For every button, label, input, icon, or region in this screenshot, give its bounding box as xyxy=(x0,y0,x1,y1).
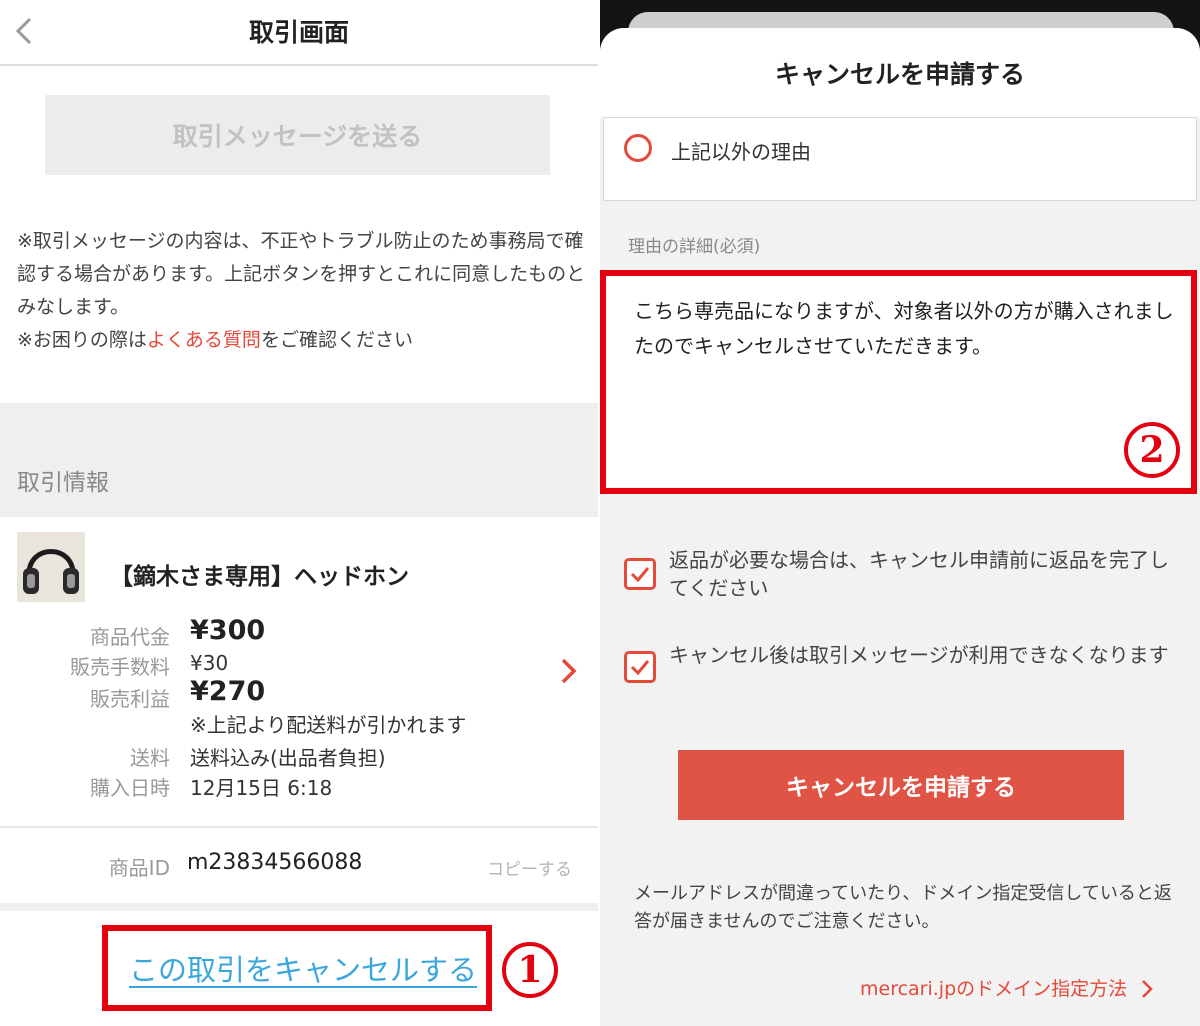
item-id-value: m23834566088 xyxy=(187,850,363,875)
domain-settings-link[interactable]: mercari.jpのドメイン指定方法 xyxy=(860,974,1127,1001)
checkmark-icon xyxy=(630,567,650,583)
help-suffix: をご確認ください xyxy=(260,329,413,351)
mail-notice: メールアドレスが間違っていたり、ドメイン指定受信していると返答が届きませんのでご… xyxy=(634,883,1172,932)
date-value: 12月15日 6:18 xyxy=(190,776,333,800)
page-title: 取引画面 xyxy=(248,18,349,47)
fee-label: 販売手数料 xyxy=(70,655,170,679)
annotation-number-1: 1 xyxy=(502,942,558,998)
reason-option[interactable]: 上記以外の理由 xyxy=(603,117,1197,201)
header-bar: 取引画面 xyxy=(0,0,598,66)
message-checkbox[interactable] xyxy=(624,651,656,683)
send-message-button[interactable]: 取引メッセージを送る xyxy=(45,95,550,175)
transaction-screen: 取引画面 取引メッセージを送る ※取引メッセージの内容は、不正やトラブル防止のた… xyxy=(0,0,598,1026)
notice-text: ※取引メッセージの内容は、不正やトラブル防止のため事務局で確認する場合があります… xyxy=(17,225,587,357)
cancel-sheet: キャンセルを申請する 上記以外の理由 理由の詳細(必須) こちら専売品になります… xyxy=(600,28,1200,1026)
radio-button[interactable] xyxy=(624,134,652,162)
headphones-icon xyxy=(17,532,85,602)
date-label: 購入日時 xyxy=(90,776,170,800)
checkmark-icon xyxy=(630,660,650,676)
annotation-highlight-box-1 xyxy=(102,925,492,1011)
annotation-number-2: 2 xyxy=(1124,422,1180,478)
return-checkbox-label: 返品が必要な場合は、キャンセル申請前に返品を完了してください xyxy=(669,548,1169,600)
item-thumbnail[interactable] xyxy=(17,532,85,602)
chevron-right-icon xyxy=(1142,980,1153,998)
cancel-request-screen: キャンセルを申請する 上記以外の理由 理由の詳細(必須) こちら専売品になります… xyxy=(600,0,1200,1026)
sheet-header: キャンセルを申請する xyxy=(600,28,1200,118)
divider xyxy=(0,826,598,828)
copy-button[interactable]: コピーする xyxy=(487,855,572,880)
help-prefix: ※お困りの際は xyxy=(17,329,147,351)
submit-cancel-button[interactable]: キャンセルを申請する xyxy=(678,750,1124,820)
notice-paragraph: ※取引メッセージの内容は、不正やトラブル防止のため事務局で確認する場合があります… xyxy=(17,230,586,318)
profit-note: ※上記より配送料が引かれます xyxy=(190,713,467,737)
shipping-label: 送料 xyxy=(130,746,170,770)
section-title: 取引情報 xyxy=(17,470,109,496)
profit-label: 販売利益 xyxy=(90,687,170,711)
reason-option-label: 上記以外の理由 xyxy=(671,140,811,164)
section-gap xyxy=(0,903,598,911)
return-checkbox[interactable] xyxy=(624,558,656,590)
item-id-label: 商品ID xyxy=(108,856,170,880)
faq-link[interactable]: よくある質問 xyxy=(147,329,261,351)
price-label: 商品代金 xyxy=(90,625,170,649)
fee-value: ¥30 xyxy=(190,651,229,675)
message-checkbox-label: キャンセル後は取引メッセージが利用できなくなります xyxy=(669,643,1169,667)
section-header: 取引情報 xyxy=(0,403,598,517)
profit-value: ¥270 xyxy=(190,676,266,707)
detail-label: 理由の詳細(必須) xyxy=(628,237,761,257)
price-value: ¥300 xyxy=(190,615,266,646)
item-title[interactable]: 【鏑木さま専用】ヘッドホン xyxy=(110,557,409,591)
help-line: ※お困りの際はよくある質問をご確認ください xyxy=(17,324,587,357)
chevron-right-icon[interactable] xyxy=(558,656,580,686)
shipping-value: 送料込み(出品者負担) xyxy=(190,746,386,770)
sheet-title: キャンセルを申請する xyxy=(774,60,1025,89)
annotation-highlight-box-2 xyxy=(600,270,1197,494)
